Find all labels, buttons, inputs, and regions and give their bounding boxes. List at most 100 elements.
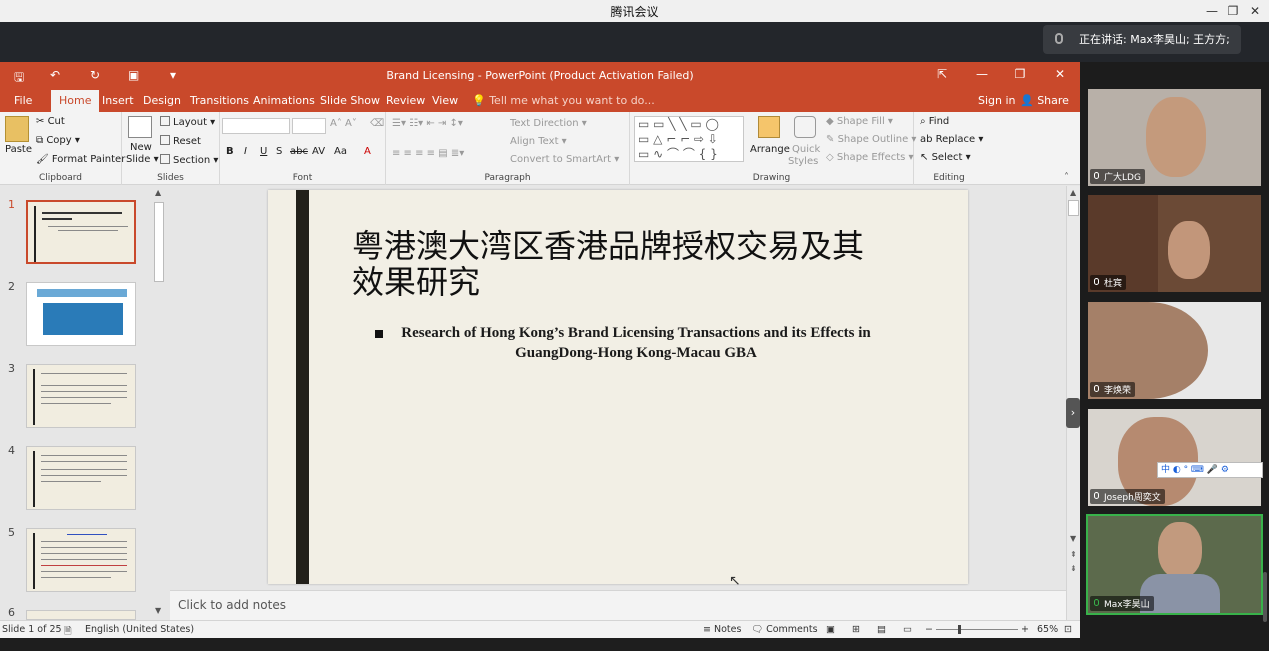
- zoom-level[interactable]: 65%: [1037, 624, 1058, 635]
- arrange-button[interactable]: Arrange: [750, 144, 790, 155]
- ribbon-display-icon[interactable]: ⇱: [932, 67, 952, 81]
- tab-animations[interactable]: Animations: [253, 94, 315, 107]
- quick-styles-line2[interactable]: Styles: [788, 156, 818, 167]
- tell-me-box[interactable]: 💡 Tell me what you want to do...: [472, 94, 655, 107]
- collapse-ribbon-icon[interactable]: ˄: [1064, 172, 1069, 183]
- slide-sorter-icon[interactable]: ⊞: [852, 624, 860, 635]
- text-direction-button[interactable]: Text Direction ▾: [510, 118, 587, 129]
- tab-review[interactable]: Review: [386, 94, 425, 107]
- new-slide-icon[interactable]: [128, 116, 152, 138]
- thumbnail-slide-4[interactable]: [26, 446, 136, 510]
- scroll-thumb[interactable]: [154, 202, 164, 282]
- find-button[interactable]: ⌕ Find: [920, 116, 949, 127]
- scroll-down-icon[interactable]: ▼: [155, 606, 161, 615]
- close-icon[interactable]: ✕: [1246, 2, 1264, 20]
- scroll-thumb[interactable]: [1068, 200, 1079, 216]
- spellcheck-icon[interactable]: 🗎: [64, 624, 72, 638]
- thumbnail-slide-6[interactable]: [26, 610, 136, 620]
- reading-view-icon[interactable]: ▤: [877, 624, 886, 635]
- shape-fill-button[interactable]: ◆ Shape Fill ▾: [826, 116, 893, 127]
- char-spacing-button[interactable]: AV: [312, 146, 325, 157]
- cut-button[interactable]: ✂ Cut: [36, 116, 65, 127]
- ppt-maximize-icon[interactable]: ❐: [1010, 67, 1030, 81]
- ppt-minimize-icon[interactable]: —: [972, 67, 992, 81]
- thumbnail-slide-2[interactable]: [26, 282, 136, 346]
- grow-font-icon[interactable]: A˄ A˅: [330, 118, 357, 129]
- sign-in-link[interactable]: Sign in: [978, 94, 1016, 107]
- ime-toolbar[interactable]: 中 ◐ ° ⌨ 🎤 ⚙: [1157, 462, 1263, 478]
- select-button[interactable]: ↖ Select ▾: [920, 152, 971, 163]
- reset-button[interactable]: Reset: [160, 135, 201, 147]
- tab-transitions[interactable]: Transitions: [190, 94, 249, 107]
- tab-insert[interactable]: Insert: [102, 94, 134, 107]
- thumbnail-slide-5[interactable]: [26, 528, 136, 592]
- ppt-close-icon[interactable]: ✕: [1050, 67, 1070, 81]
- video-tile[interactable]: 李焕荣: [1088, 302, 1261, 399]
- video-list-scrollbar[interactable]: [1263, 572, 1267, 622]
- thumbnail-slide-1[interactable]: [26, 200, 136, 264]
- notes-toggle[interactable]: ≡ Notes: [703, 624, 741, 635]
- zoom-out-icon[interactable]: −: [925, 624, 933, 635]
- bullets-icon[interactable]: ☰▾ ☷▾ ⇤ ⇥ ↕▾: [392, 118, 463, 129]
- format-painter-button[interactable]: 🖌 Format Painter: [36, 154, 125, 165]
- expand-panel-icon[interactable]: ›: [1066, 398, 1080, 428]
- notes-placeholder[interactable]: Click to add notes: [178, 598, 286, 612]
- font-size-input[interactable]: [292, 118, 326, 134]
- video-tile[interactable]: 广大LDG: [1088, 89, 1261, 186]
- video-tile-active[interactable]: Max李昊山: [1086, 514, 1263, 615]
- video-tile[interactable]: Joseph周奕文: [1088, 409, 1261, 506]
- tab-home[interactable]: Home: [51, 90, 100, 112]
- clear-format-icon[interactable]: ⌫: [370, 118, 384, 129]
- normal-view-icon[interactable]: ▣: [826, 624, 835, 635]
- shapes-gallery[interactable]: ▭ ▭ ╲ ╲ ▭ ◯ ▭ △ ⌐ ⌐ ⇨ ⇩ ▭ ∿ ⌒ ⌒ { }: [634, 116, 744, 162]
- tab-slideshow[interactable]: Slide Show: [320, 94, 380, 107]
- layout-button[interactable]: Layout ▾: [160, 116, 215, 128]
- slide-subtitle[interactable]: Research of Hong Kong’s Brand Licensing …: [376, 323, 896, 363]
- share-button[interactable]: 👤 Share: [1020, 94, 1069, 107]
- slideshow-view-icon[interactable]: ▭: [903, 624, 912, 635]
- quick-styles-icon[interactable]: [794, 116, 816, 138]
- next-slide-icon[interactable]: ⇟: [1070, 564, 1077, 573]
- underline-button[interactable]: U: [260, 146, 267, 157]
- font-name-input[interactable]: [222, 118, 290, 134]
- language[interactable]: English (United States): [85, 624, 194, 635]
- tab-view[interactable]: View: [432, 94, 458, 107]
- change-case-button[interactable]: Aa: [334, 146, 347, 157]
- tab-design[interactable]: Design: [143, 94, 181, 107]
- align-icons[interactable]: ≡ ≡ ≡ ≡ ▤ ≣▾: [392, 148, 464, 159]
- current-slide[interactable]: 粤港澳大湾区香港品牌授权交易及其效果研究 Research of Hong Ko…: [268, 190, 968, 584]
- slide-title[interactable]: 粤港澳大湾区香港品牌授权交易及其效果研究: [352, 228, 892, 300]
- arrange-icon[interactable]: [758, 116, 780, 138]
- scroll-up-icon[interactable]: ▲: [155, 188, 161, 197]
- strikethrough-button[interactable]: abc: [290, 146, 308, 157]
- fit-slide-icon[interactable]: ⊡: [1064, 624, 1072, 635]
- paste-icon[interactable]: [5, 116, 29, 142]
- scroll-up-icon[interactable]: ▲: [1070, 188, 1076, 197]
- new-slide-line2[interactable]: Slide ▾: [126, 154, 159, 165]
- zoom-in-icon[interactable]: +: [1021, 624, 1029, 635]
- quick-styles-line1[interactable]: Quick: [792, 144, 820, 155]
- section-button[interactable]: Section ▾: [160, 154, 218, 166]
- zoom-slider-handle[interactable]: [958, 625, 961, 634]
- convert-smartart-button[interactable]: Convert to SmartArt ▾: [510, 154, 619, 165]
- shadow-button[interactable]: S: [276, 146, 282, 157]
- bold-button[interactable]: B: [226, 146, 234, 157]
- scroll-down-icon[interactable]: ▼: [1070, 534, 1076, 543]
- previous-slide-icon[interactable]: ⇞: [1070, 550, 1077, 559]
- minimize-icon[interactable]: —: [1203, 2, 1221, 20]
- thumbnail-slide-3[interactable]: [26, 364, 136, 428]
- comments-toggle[interactable]: 🗨 Comments: [751, 624, 818, 635]
- italic-button[interactable]: I: [244, 146, 247, 157]
- font-color-button[interactable]: A: [364, 146, 371, 157]
- replace-button[interactable]: ab Replace ▾: [920, 134, 983, 145]
- paste-button[interactable]: Paste: [5, 144, 32, 155]
- align-text-button[interactable]: Align Text ▾: [510, 136, 567, 147]
- shape-outline-button[interactable]: ✎ Shape Outline ▾: [826, 134, 916, 145]
- zoom-slider-track[interactable]: [936, 629, 1018, 630]
- tab-file[interactable]: File: [14, 94, 32, 107]
- restore-icon[interactable]: ❐: [1224, 2, 1242, 20]
- video-tile[interactable]: 杜宾: [1088, 195, 1261, 292]
- copy-button[interactable]: ⧉ Copy ▾: [36, 135, 80, 146]
- notes-pane[interactable]: Click to add notes: [170, 590, 1066, 620]
- new-slide-line1[interactable]: New: [130, 142, 152, 153]
